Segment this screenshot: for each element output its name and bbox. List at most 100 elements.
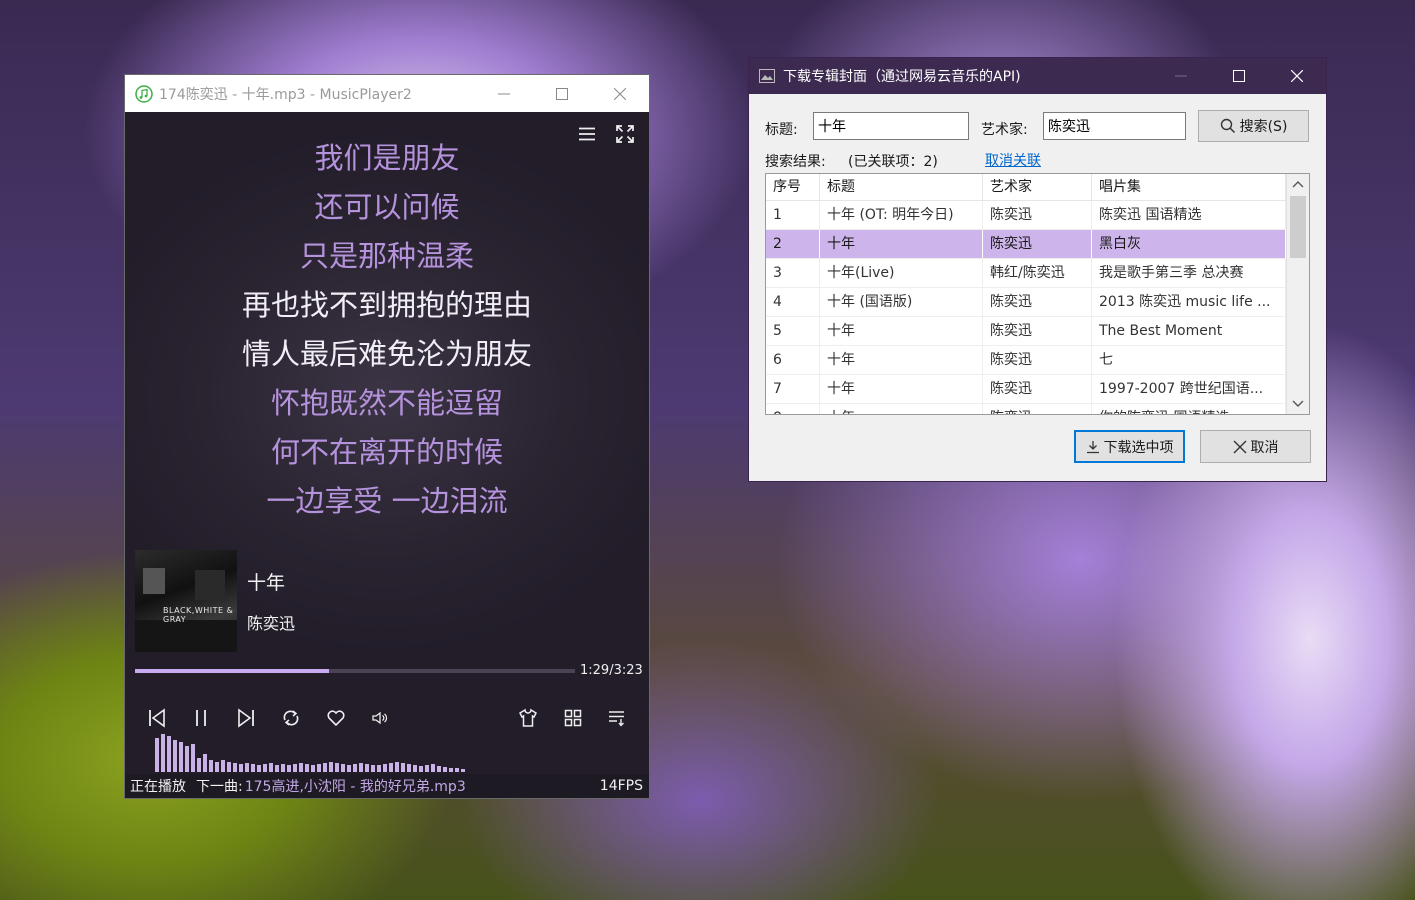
spectrum-bar — [293, 764, 297, 772]
minimize-button[interactable] — [475, 75, 533, 112]
lyrics-panel: 我们是朋友 还可以问候 只是那种温柔 再也找不到拥抱的理由 情人最后难免沦为朋友… — [125, 112, 649, 532]
repeat-icon — [283, 710, 299, 726]
cell-album: 2013 陈奕迅 music life ... — [1092, 288, 1286, 316]
cancel-button[interactable]: 取消 — [1200, 430, 1311, 463]
close-button[interactable] — [591, 75, 649, 112]
unlink-link[interactable]: 取消关联 — [985, 150, 1041, 170]
dialog-close-button[interactable] — [1268, 58, 1326, 94]
lyric-line-current: 再也找不到拥抱的理由 — [241, 288, 532, 322]
maximize-button[interactable] — [533, 75, 591, 112]
spectrum-bar — [311, 765, 315, 772]
table-row[interactable]: 5 十年 陈奕迅 The Best Moment — [766, 317, 1286, 346]
table-row[interactable]: 8 十年 陈奕迅 你的陈奕迅 国语精选 — [766, 404, 1286, 414]
column-header-number[interactable]: 序号 — [766, 174, 820, 200]
cell-title: 十年 — [820, 230, 983, 258]
spectrum-bar — [329, 762, 333, 772]
cell-album: 我是歌手第三季 总决赛 — [1092, 259, 1286, 287]
spectrum-bar — [335, 763, 339, 772]
volume-icon — [372, 711, 388, 725]
close-icon — [614, 87, 626, 100]
cell-album: 你的陈奕迅 国语精选 — [1092, 404, 1286, 414]
player-titlebar[interactable]: 174陈奕迅 - 十年.mp3 - MusicPlayer2 — [125, 75, 649, 112]
scroll-thumb[interactable] — [1290, 196, 1306, 258]
progress-bar[interactable] — [135, 669, 575, 673]
scroll-up-icon[interactable] — [1292, 179, 1304, 189]
spectrum-bar — [383, 764, 387, 772]
cancel-button-label: 取消 — [1250, 439, 1279, 456]
cell-number: 3 — [766, 259, 820, 287]
table-row[interactable]: 7 十年 陈奕迅 1997-2007 跨世纪国语... — [766, 375, 1286, 404]
table-row[interactable]: 4 十年 (国语版) 陈奕迅 2013 陈奕迅 music life ... — [766, 288, 1286, 317]
column-header-title[interactable]: 标题 — [820, 174, 983, 200]
cancel-x-icon — [1233, 440, 1246, 453]
cell-number: 2 — [766, 230, 820, 258]
next-track-label: 下一曲: — [196, 779, 243, 795]
search-button[interactable]: 搜索(S) — [1198, 110, 1309, 142]
spectrum-bar — [431, 764, 435, 772]
spectrum-bar — [197, 758, 201, 772]
table-row[interactable]: 1 十年 (OT: 明年今日) 陈奕迅 陈奕迅 国语精选 — [766, 201, 1286, 230]
spectrum-bar — [275, 765, 279, 772]
column-header-artist[interactable]: 艺术家 — [983, 174, 1092, 200]
search-button-label: 搜索(S) — [1239, 119, 1288, 135]
table-row[interactable]: 6 十年 陈奕迅 七 — [766, 346, 1286, 375]
grid-icon — [564, 709, 582, 727]
skin-button[interactable] — [514, 704, 542, 732]
list-header: 序号 标题 艺术家 唱片集 — [766, 174, 1286, 201]
cell-album: 1997-2007 跨世纪国语... — [1092, 375, 1286, 403]
spectrum-bar — [263, 764, 267, 772]
spectrum-bar — [341, 764, 345, 772]
progress-fill — [135, 669, 329, 673]
table-row[interactable]: 3 十年(Live) 韩红/陈奕迅 我是歌手第三季 总决赛 — [766, 259, 1286, 288]
cell-artist: 陈奕迅 — [983, 346, 1092, 374]
column-header-album[interactable]: 唱片集 — [1092, 174, 1286, 200]
spectrum-bar — [221, 760, 225, 772]
download-selected-button[interactable]: 下载选中项 — [1074, 430, 1185, 463]
cell-title: 十年 — [820, 404, 983, 414]
cell-number: 5 — [766, 317, 820, 345]
spectrum-bar — [209, 760, 213, 772]
scroll-down-icon[interactable] — [1292, 399, 1304, 409]
playing-status: 正在播放 — [130, 779, 186, 795]
media-library-button[interactable] — [559, 704, 587, 732]
cell-artist: 韩红/陈奕迅 — [983, 259, 1092, 287]
artist-input[interactable] — [1043, 112, 1186, 140]
spectrum-bar — [425, 765, 429, 772]
title-input[interactable] — [813, 112, 969, 140]
cell-album: 陈奕迅 国语精选 — [1092, 201, 1286, 229]
spectrum-bar — [443, 767, 447, 772]
next-icon — [238, 708, 254, 728]
spectrum-bar — [167, 736, 171, 772]
cell-number: 7 — [766, 375, 820, 403]
time-display: 1:29/3:23 — [580, 663, 643, 678]
status-bar: 正在播放 下一曲: 175高进,小沈阳 - 我的好兄弟.mp3 14FPS — [125, 774, 649, 798]
lyric-line: 何不在离开的时候 — [270, 435, 503, 469]
dialog-maximize-button[interactable] — [1210, 58, 1268, 94]
dialog-minimize-button[interactable] — [1152, 58, 1210, 94]
download-button-label: 下载选中项 — [1103, 439, 1174, 456]
cell-artist: 陈奕迅 — [983, 404, 1092, 414]
spectrum-bar — [317, 764, 321, 772]
linked-count: (已关联项：2) — [848, 154, 938, 170]
cell-artist: 陈奕迅 — [983, 288, 1092, 316]
spectrum-bar — [359, 763, 363, 772]
lyric-line-current: 情人最后难免沦为朋友 — [241, 337, 532, 371]
spectrum-bar — [227, 762, 231, 772]
minimize-icon — [498, 93, 510, 94]
image-icon — [759, 69, 775, 83]
results-label: 搜索结果: — [765, 154, 826, 170]
list-scrollbar[interactable] — [1286, 174, 1309, 414]
search-results-list[interactable]: 序号 标题 艺术家 唱片集 1 十年 (OT: 明年今日) 陈奕迅 陈奕迅 国语… — [765, 173, 1310, 415]
cell-number: 8 — [766, 404, 820, 414]
spectrum-bar — [401, 763, 405, 772]
cell-artist: 陈奕迅 — [983, 317, 1092, 345]
cell-title: 十年 — [820, 317, 983, 345]
table-row-selected[interactable]: 2 十年 陈奕迅 黑白灰 — [766, 230, 1286, 259]
spectrum-bar — [245, 763, 249, 772]
spectrum-bar — [269, 763, 273, 772]
album-art[interactable]: BLACK,WHITE & GRAY — [135, 550, 237, 652]
spectrum-bar — [419, 766, 423, 772]
dialog-titlebar[interactable]: 下载专辑封面（通过网易云音乐的API) — [749, 58, 1326, 94]
lyric-line: 怀抱既然不能逗留 — [270, 386, 503, 420]
playlist-button[interactable] — [603, 704, 631, 732]
